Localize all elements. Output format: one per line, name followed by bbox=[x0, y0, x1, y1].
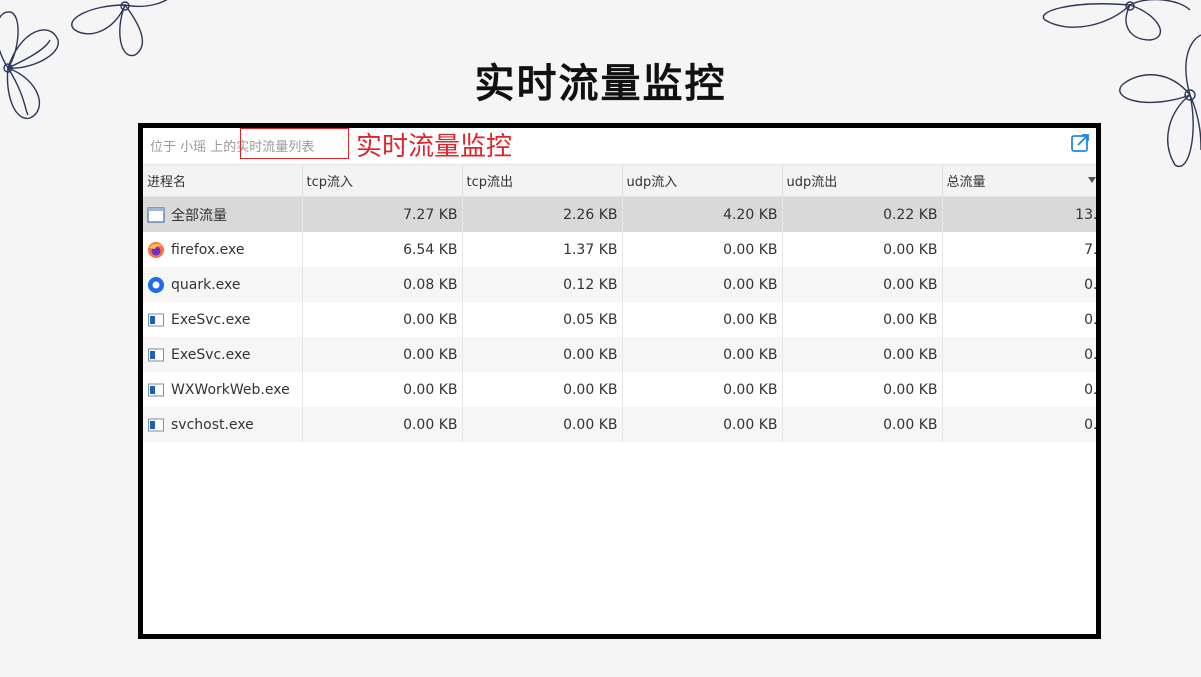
tcp-in-cell: 6.54 KB bbox=[302, 232, 463, 267]
process-cell: quark.exe bbox=[143, 267, 303, 302]
udp-out-cell: 0.00 KB bbox=[782, 232, 943, 267]
process-cell: svchost.exe bbox=[143, 407, 303, 442]
tcp-in-cell: 0.00 KB bbox=[302, 372, 463, 407]
tcp-out-cell: 2.26 KB bbox=[462, 196, 623, 232]
traffic-monitor-window: 位于 小瑶 上的实时流量列表 实时流量监控 进程名 tcp流入 tcp流出 ud… bbox=[138, 123, 1101, 639]
tcp-in-cell: 7.27 KB bbox=[302, 196, 463, 232]
process-name: 全部流量 bbox=[171, 207, 227, 224]
column-header-tcp-out[interactable]: tcp流出 bbox=[462, 164, 623, 197]
total-cell: 0.21 KB bbox=[942, 267, 1096, 302]
table-row[interactable]: firefox.exe 6.54 KB 1.37 KB 0.00 KB 0.00… bbox=[143, 232, 1096, 267]
tcp-in-cell: 0.00 KB bbox=[302, 302, 463, 337]
table-row[interactable]: quark.exe 0.08 KB 0.12 KB 0.00 KB 0.00 K… bbox=[143, 267, 1096, 302]
tcp-out-cell: 1.37 KB bbox=[462, 232, 623, 267]
firefox-icon bbox=[147, 241, 165, 259]
process-cell: firefox.exe bbox=[143, 232, 303, 267]
udp-out-cell: 0.00 KB bbox=[782, 372, 943, 407]
total-cell: 0.00 KB bbox=[942, 407, 1096, 442]
export-share-icon[interactable] bbox=[1070, 132, 1092, 154]
sort-desc-icon bbox=[1087, 177, 1096, 183]
process-cell: ExeSvc.exe bbox=[143, 302, 303, 337]
slide-title: 实时流量监控 bbox=[474, 61, 727, 107]
process-cell: ExeSvc.exe bbox=[143, 337, 303, 372]
column-header-total-label: 总流量 bbox=[946, 175, 986, 190]
tcp-out-cell: 0.00 KB bbox=[462, 407, 623, 442]
udp-out-cell: 0.00 KB bbox=[782, 267, 943, 302]
column-header-process[interactable]: 进程名 bbox=[143, 164, 303, 197]
total-cell: 7.91 KB bbox=[942, 232, 1096, 267]
udp-in-cell: 0.00 KB bbox=[622, 337, 783, 372]
highlight-box bbox=[240, 128, 349, 159]
traffic-table: 进程名 tcp流入 tcp流出 udp流入 udp流出 总流量 全部流量 7.2… bbox=[143, 164, 1096, 442]
column-header-udp-out[interactable]: udp流出 bbox=[782, 164, 943, 197]
udp-in-cell: 4.20 KB bbox=[622, 196, 783, 232]
app-window-icon bbox=[147, 346, 165, 364]
tcp-in-cell: 0.00 KB bbox=[302, 337, 463, 372]
app-window-icon bbox=[147, 381, 165, 399]
app-window-icon bbox=[147, 416, 165, 434]
udp-in-cell: 0.00 KB bbox=[622, 372, 783, 407]
process-cell: WXWorkWeb.exe bbox=[143, 372, 303, 407]
table-row[interactable]: svchost.exe 0.00 KB 0.00 KB 0.00 KB 0.00… bbox=[143, 407, 1096, 442]
column-header-total[interactable]: 总流量 bbox=[942, 164, 1096, 197]
quark-icon bbox=[147, 276, 165, 294]
column-header-udp-in[interactable]: udp流入 bbox=[622, 164, 783, 197]
process-name: WXWorkWeb.exe bbox=[171, 381, 290, 398]
udp-out-cell: 0.00 KB bbox=[782, 407, 943, 442]
udp-in-cell: 0.00 KB bbox=[622, 407, 783, 442]
table-header-row: 进程名 tcp流入 tcp流出 udp流入 udp流出 总流量 bbox=[143, 164, 1096, 197]
table-row[interactable]: ExeSvc.exe 0.00 KB 0.00 KB 0.00 KB 0.00 … bbox=[143, 337, 1096, 372]
total-cell: 0.00 KB bbox=[942, 337, 1096, 372]
process-name: firefox.exe bbox=[171, 241, 245, 258]
total-cell: 13.94 KB bbox=[942, 196, 1096, 232]
tcp-out-cell: 0.00 KB bbox=[462, 372, 623, 407]
table-row[interactable]: 全部流量 7.27 KB 2.26 KB 4.20 KB 0.22 KB 13.… bbox=[143, 196, 1096, 232]
process-cell: 全部流量 bbox=[143, 196, 303, 232]
udp-out-cell: 0.00 KB bbox=[782, 337, 943, 372]
tcp-in-cell: 0.08 KB bbox=[302, 267, 463, 302]
process-name: ExeSvc.exe bbox=[171, 346, 251, 363]
udp-out-cell: 0.00 KB bbox=[782, 302, 943, 337]
column-header-tcp-in[interactable]: tcp流入 bbox=[302, 164, 463, 197]
table-row[interactable]: ExeSvc.exe 0.00 KB 0.05 KB 0.00 KB 0.00 … bbox=[143, 302, 1096, 337]
udp-in-cell: 0.00 KB bbox=[622, 232, 783, 267]
app-window-icon bbox=[147, 311, 165, 329]
window-icon bbox=[147, 206, 165, 224]
tcp-in-cell: 0.00 KB bbox=[302, 407, 463, 442]
process-name: quark.exe bbox=[171, 276, 241, 293]
annotation-label: 实时流量监控 bbox=[356, 132, 513, 162]
process-name: svchost.exe bbox=[171, 416, 254, 433]
tcp-out-cell: 0.05 KB bbox=[462, 302, 623, 337]
udp-out-cell: 0.22 KB bbox=[782, 196, 943, 232]
udp-in-cell: 0.00 KB bbox=[622, 267, 783, 302]
tcp-out-cell: 0.00 KB bbox=[462, 337, 623, 372]
total-cell: 0.00 KB bbox=[942, 372, 1096, 407]
tcp-out-cell: 0.12 KB bbox=[462, 267, 623, 302]
total-cell: 0.05 KB bbox=[942, 302, 1096, 337]
window-topbar: 位于 小瑶 上的实时流量列表 实时流量监控 bbox=[143, 128, 1096, 164]
udp-in-cell: 0.00 KB bbox=[622, 302, 783, 337]
process-name: ExeSvc.exe bbox=[171, 311, 251, 328]
table-row[interactable]: WXWorkWeb.exe 0.00 KB 0.00 KB 0.00 KB 0.… bbox=[143, 372, 1096, 407]
